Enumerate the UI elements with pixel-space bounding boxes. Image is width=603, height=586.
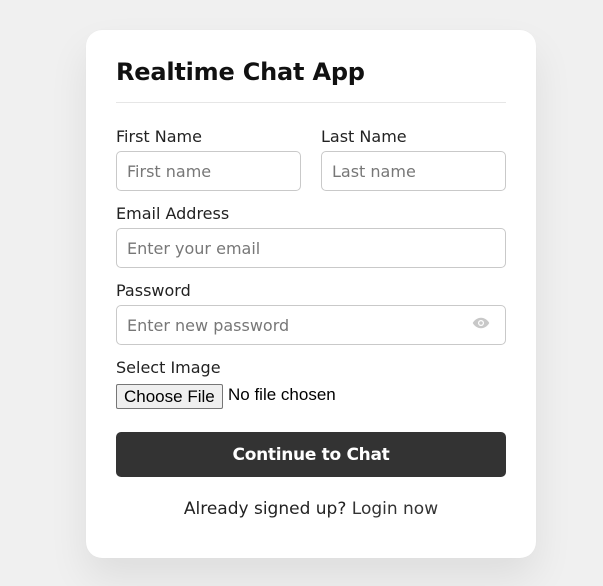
signup-card: Realtime Chat App First Name Last Name E…: [86, 30, 536, 558]
choose-file-button[interactable]: Choose File: [116, 384, 223, 409]
login-now-link[interactable]: Login now: [352, 499, 438, 519]
password-input[interactable]: [116, 305, 506, 345]
eye-icon[interactable]: [472, 316, 490, 330]
email-input[interactable]: [116, 228, 506, 268]
login-prompt-text: Already signed up?: [183, 499, 347, 519]
first-name-input[interactable]: [116, 151, 301, 191]
first-name-label: First Name: [116, 127, 202, 146]
email-label: Email Address: [116, 204, 230, 223]
last-name-input[interactable]: [321, 151, 506, 191]
title-divider: [116, 102, 506, 103]
file-status-text: No file chosen: [228, 385, 336, 404]
last-name-label: Last Name: [321, 127, 407, 146]
continue-to-chat-button[interactable]: Continue to Chat: [116, 432, 506, 477]
password-label: Password: [116, 281, 191, 300]
login-prompt: Already signed up? Login now: [86, 499, 536, 519]
form-title: Realtime Chat App: [116, 58, 365, 86]
image-label: Select Image: [116, 358, 221, 377]
